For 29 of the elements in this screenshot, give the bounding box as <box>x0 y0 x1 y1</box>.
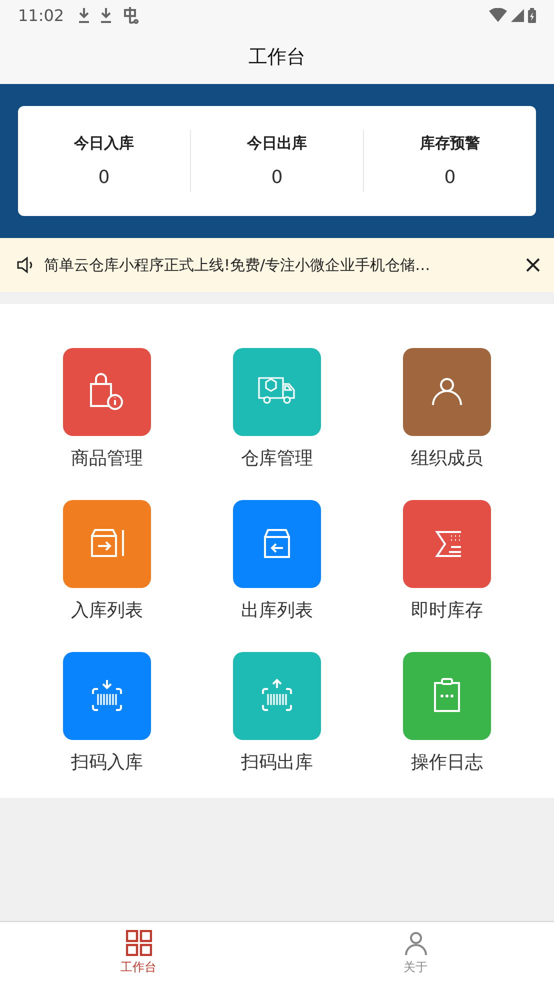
grid-icon <box>126 930 152 956</box>
tab[interactable]: 关于 <box>277 922 554 984</box>
menu-item[interactable]: 仓库管理 <box>192 348 362 470</box>
wifi-icon <box>489 8 507 22</box>
download-icon <box>78 7 90 23</box>
page-title: 工作台 <box>248 45 306 70</box>
menu-item[interactable]: 商品管理 <box>22 348 192 470</box>
menu-item[interactable]: 操作日志 <box>362 652 532 774</box>
stat-value: 0 <box>444 167 456 188</box>
bug-icon <box>122 6 140 24</box>
stat-value: 0 <box>271 167 283 188</box>
battery-icon <box>528 8 536 22</box>
menu-item[interactable]: 扫码入库 <box>22 652 192 774</box>
menu-item[interactable]: 入库列表 <box>22 500 192 622</box>
notice-text: 简单云仓库小程序正式上线!免费/专注小微企业手机仓储… <box>44 256 432 274</box>
person-icon <box>402 930 428 956</box>
menu-item[interactable]: 组织成员 <box>362 348 532 470</box>
close-button[interactable] <box>524 256 542 274</box>
menu-item[interactable]: 即时库存 <box>362 500 532 622</box>
menu-item[interactable]: 出库列表 <box>192 500 362 622</box>
menu-item[interactable]: 扫码出库 <box>192 652 362 774</box>
stat-label: 库存预警 <box>420 134 480 153</box>
status-time: 11:02 <box>18 6 64 24</box>
tab[interactable]: 工作台 <box>0 922 277 984</box>
signal-icon <box>511 8 524 22</box>
download-icon <box>100 7 112 23</box>
stat-label: 今日出库 <box>247 134 307 153</box>
stat-label: 今日入库 <box>74 134 134 153</box>
stat-value: 0 <box>98 167 110 188</box>
